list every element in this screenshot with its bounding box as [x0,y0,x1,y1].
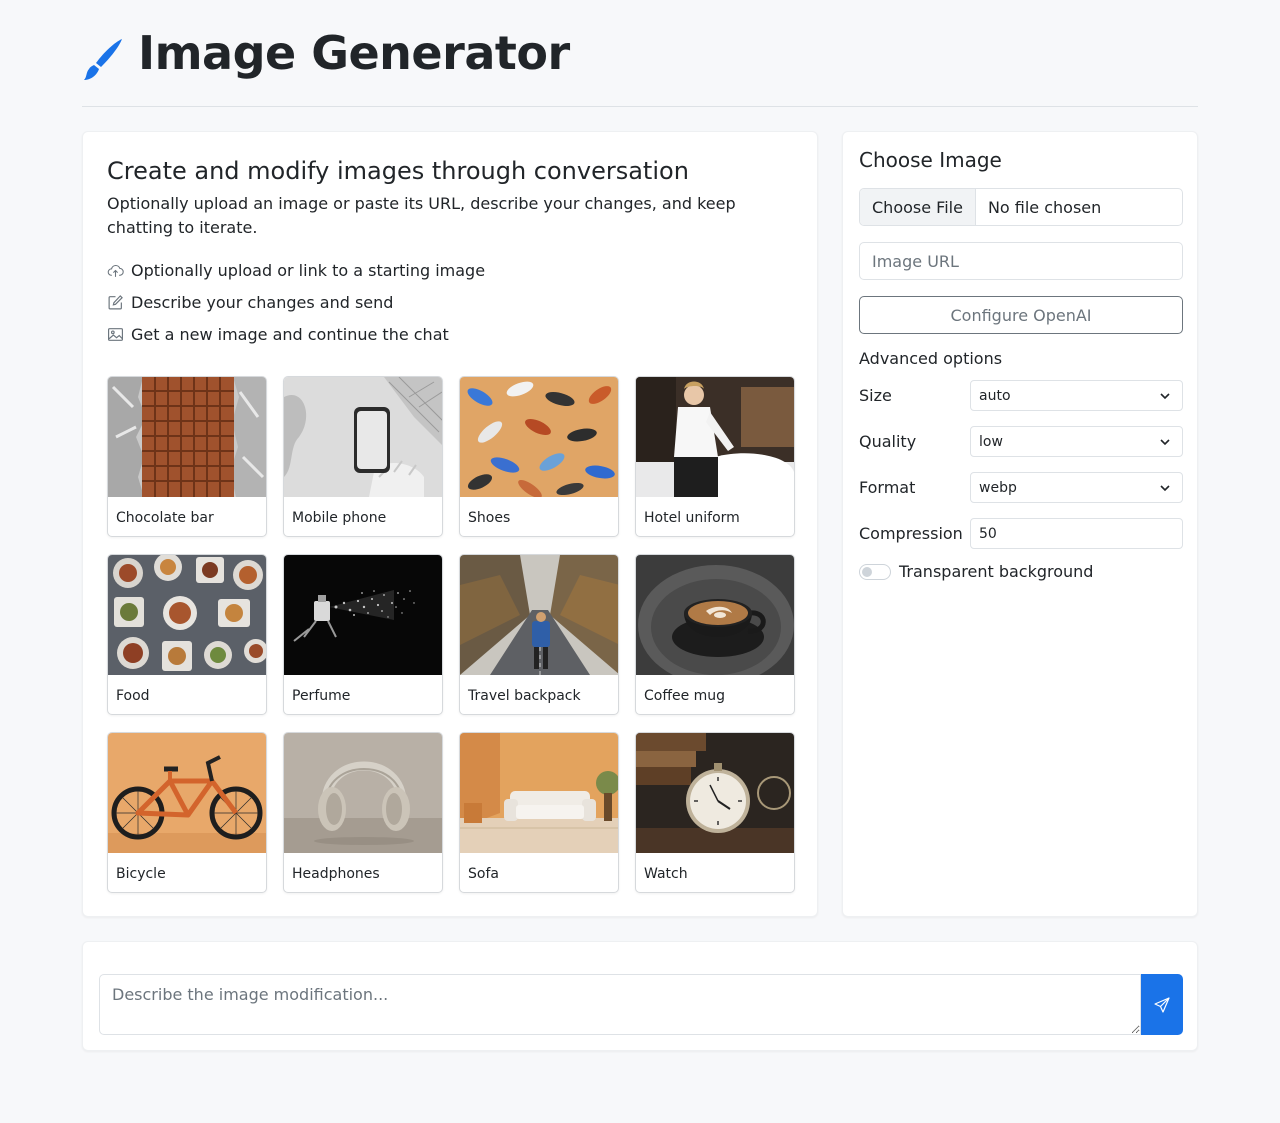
travel-backpack-image [460,555,618,675]
example-label: Travel backpack [468,687,581,704]
bicycle-image [108,733,266,853]
example-card-watch[interactable]: Watch [635,732,795,893]
step-item: Optionally upload or link to a starting … [107,254,485,286]
example-label: Coffee mug [644,687,726,704]
intro-panel: Create and modify images through convers… [82,131,818,917]
size-label: Size [859,386,892,405]
example-label: Watch [644,865,688,882]
example-card-shoes[interactable]: Shoes [459,376,619,537]
file-status: No file chosen [987,197,1102,217]
compression-label: Compression [859,524,963,543]
prompt-input[interactable] [99,974,1141,1035]
example-card-mobile-phone[interactable]: Mobile phone [283,376,443,537]
shoes-image [460,377,618,497]
transparent-background-label: Transparent background [899,562,1094,581]
file-input[interactable]: Choose File No file chosen [859,188,1183,226]
example-card-headphones[interactable]: Headphones [283,732,443,893]
compression-row: Compression 50 [859,518,1183,549]
example-card-food[interactable]: Food [107,554,267,715]
image-icon [108,327,123,341]
example-label: Bicycle [116,865,166,882]
example-card-travel-backpack[interactable]: Travel backpack [459,554,619,715]
example-label: Sofa [468,865,499,882]
coffee-mug-image [636,555,794,675]
example-label: Hotel uniform [644,509,740,526]
compression-input[interactable]: 50 [970,518,1183,549]
pencil-square-icon [108,294,123,309]
example-label: Shoes [468,509,511,526]
transparent-background-row: Transparent background [859,562,1093,581]
quality-row: Quality low [859,426,1183,457]
transparent-background-toggle[interactable] [859,563,891,580]
example-label: Perfume [292,687,351,704]
size-select[interactable]: auto [970,380,1183,411]
settings-panel: Choose Image Choose File No file chosen … [842,131,1198,917]
mobile-phone-image [284,377,442,497]
advanced-options-label: Advanced options [859,349,1003,368]
watch-image [636,733,794,853]
paintbrush-icon [84,39,122,80]
example-card-chocolate-bar[interactable]: Chocolate bar [107,376,267,537]
format-value: webp [979,479,1017,496]
format-row: Format webp [859,472,1183,503]
examples-grid: Chocolate bar Mobile phone Shoes Hotel u… [107,376,795,893]
perfume-image [284,555,442,675]
app-title: Image Generator [138,26,570,80]
steps-list: Optionally upload or link to a starting … [107,254,485,350]
send-icon [1154,996,1170,1013]
step-item: Get a new image and continue the chat [107,318,485,350]
example-label: Mobile phone [292,509,387,526]
step-text: Get a new image and continue the chat [131,324,449,344]
quality-select[interactable]: low [970,426,1183,457]
intro-heading: Create and modify images through convers… [107,157,689,185]
chocolate-bar-image [108,377,266,497]
food-image [108,555,266,675]
chevron-down-icon [1160,438,1170,445]
example-card-perfume[interactable]: Perfume [283,554,443,715]
size-row: Size auto [859,380,1183,411]
format-label: Format [859,478,916,497]
composer-panel [82,941,1198,1051]
example-card-bicycle[interactable]: Bicycle [107,732,267,893]
step-item: Describe your changes and send [107,286,485,318]
step-text: Optionally upload or link to a starting … [131,260,486,280]
hotel-uniform-image [636,377,794,497]
configure-openai-button[interactable]: Configure OpenAI [859,296,1183,334]
sofa-image [460,733,618,853]
image-url-input[interactable] [859,242,1183,280]
example-card-sofa[interactable]: Sofa [459,732,619,893]
cloud-upload-icon [107,264,124,277]
example-card-coffee-mug[interactable]: Coffee mug [635,554,795,715]
quality-value: low [979,433,1003,450]
chevron-down-icon [1160,484,1170,491]
choose-file-button[interactable]: Choose File [860,189,976,225]
chevron-down-icon [1160,392,1170,399]
send-button[interactable] [1141,974,1183,1035]
step-text: Describe your changes and send [131,292,394,312]
size-value: auto [979,387,1011,404]
format-select[interactable]: webp [970,472,1183,503]
compression-value: 50 [979,525,997,542]
example-label: Food [116,687,150,704]
example-card-hotel-uniform[interactable]: Hotel uniform [635,376,795,537]
quality-label: Quality [859,432,917,451]
intro-description: Optionally upload an image or paste its … [107,194,736,237]
panel-title: Choose Image [859,148,1002,172]
headphones-image [284,733,442,853]
example-label: Headphones [292,865,380,882]
app-header: Image Generator [82,24,1198,107]
example-label: Chocolate bar [116,509,214,526]
